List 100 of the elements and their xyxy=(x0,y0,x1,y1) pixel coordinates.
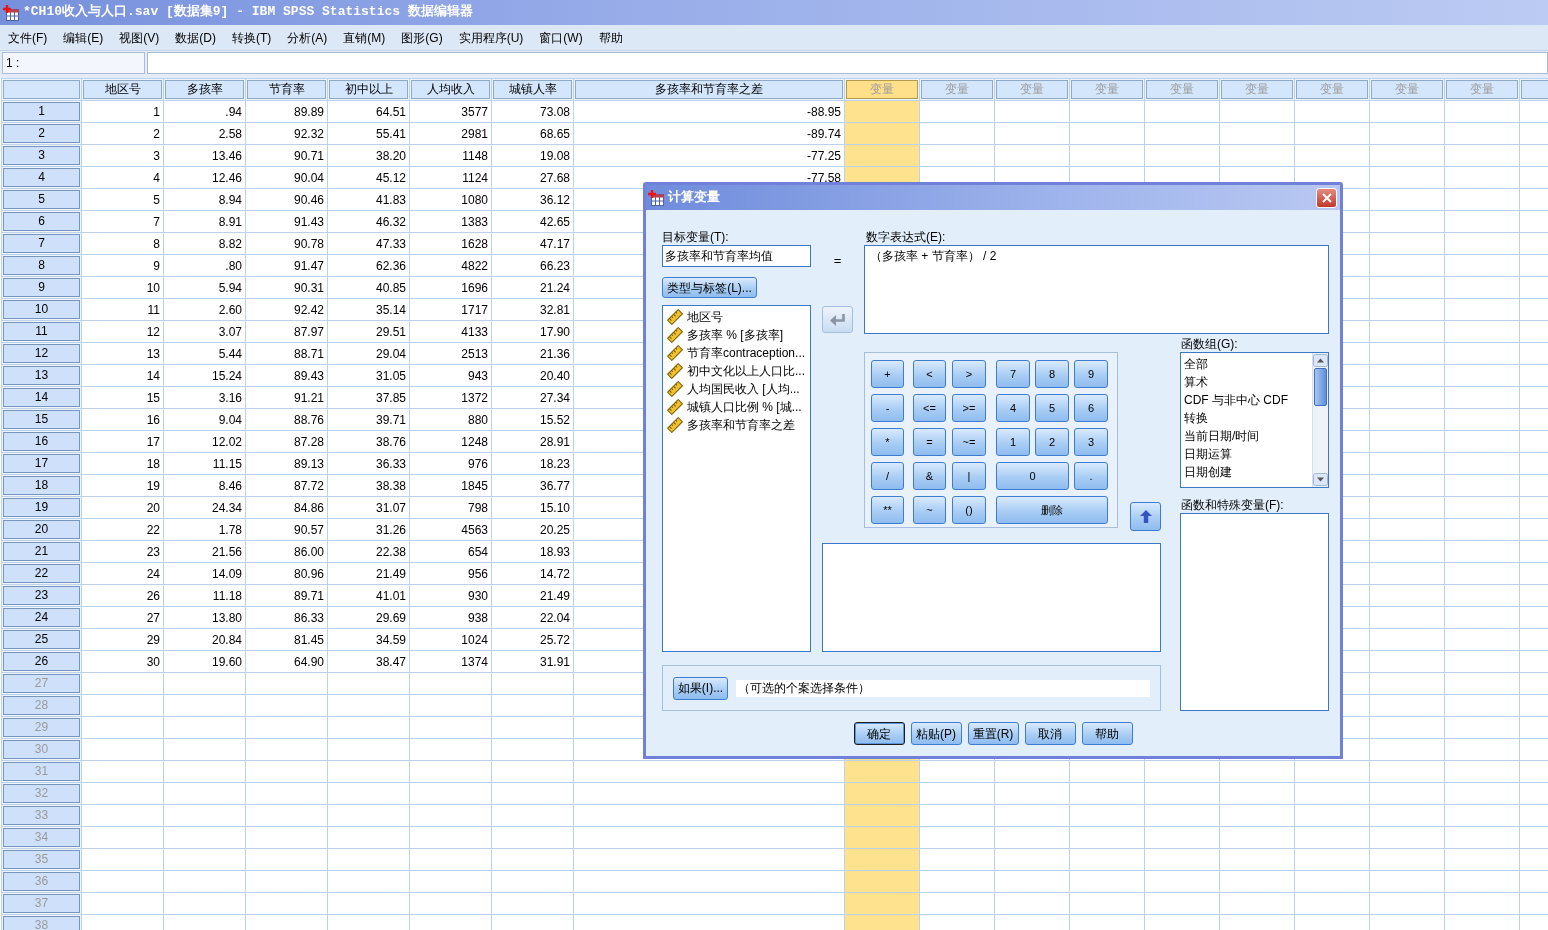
row-header[interactable]: 11 xyxy=(3,322,80,341)
function-group-item[interactable]: 日期创建 xyxy=(1181,463,1312,481)
keypad-button[interactable]: 4 xyxy=(996,394,1030,422)
row-header[interactable]: 16 xyxy=(3,432,80,451)
column-header[interactable]: 地区号 xyxy=(83,80,162,99)
dialog-button[interactable]: 取消 xyxy=(1024,722,1076,745)
keypad-button[interactable]: * xyxy=(871,428,904,456)
dialog-button[interactable]: 确定 xyxy=(853,722,905,745)
row-header[interactable]: 1 xyxy=(3,102,80,121)
column-header[interactable]: 城镇人率 xyxy=(493,80,572,99)
keypad-button[interactable]: 0 xyxy=(996,462,1069,490)
keypad-button[interactable]: 8 xyxy=(1035,360,1069,388)
keypad-button[interactable]: >= xyxy=(952,394,986,422)
keypad-button[interactable]: = xyxy=(913,428,946,456)
scrollbar-thumb[interactable] xyxy=(1314,368,1327,406)
target-variable-field[interactable]: 多孩率和节育率均值 xyxy=(662,245,811,267)
keypad-button[interactable]: / xyxy=(871,462,904,490)
function-group-item[interactable]: 日期运算 xyxy=(1181,445,1312,463)
if-button[interactable]: 如果(I)... xyxy=(673,676,728,700)
column-header[interactable]: 多孩率 xyxy=(165,80,244,99)
insert-button[interactable] xyxy=(1130,502,1161,531)
row-header[interactable]: 19 xyxy=(3,498,80,517)
row-header[interactable]: 14 xyxy=(3,388,80,407)
keypad-button[interactable]: ~= xyxy=(952,428,986,456)
keypad-button[interactable]: - xyxy=(871,394,904,422)
menu-item[interactable]: 实用程序(U) xyxy=(450,27,532,48)
keypad-button[interactable]: 删除 xyxy=(996,496,1108,524)
menu-item[interactable]: 视图(V) xyxy=(111,27,168,48)
column-header[interactable]: 人均收入 xyxy=(411,80,490,99)
keypad-button[interactable]: 7 xyxy=(996,360,1030,388)
menu-item[interactable]: 图形(G) xyxy=(393,27,451,48)
expression-field[interactable]: （多孩率 + 节育率） / 2 xyxy=(864,245,1329,334)
close-button[interactable] xyxy=(1316,187,1337,208)
variable-item[interactable]: 地区号 xyxy=(663,308,810,326)
row-header[interactable]: 22 xyxy=(3,564,80,583)
row-header[interactable]: 24 xyxy=(3,608,80,627)
keypad-button[interactable]: | xyxy=(952,462,986,490)
row-header[interactable]: 6 xyxy=(3,212,80,231)
variable-item[interactable]: 城镇人口比例 % [城... xyxy=(663,398,810,416)
keypad-button[interactable]: . xyxy=(1074,462,1108,490)
row-header[interactable]: 15 xyxy=(3,410,80,429)
menu-item[interactable]: 文件(F) xyxy=(0,27,56,48)
dialog-button[interactable]: 重置(R) xyxy=(967,722,1019,745)
type-label-button[interactable]: 类型与标签(L)... xyxy=(662,277,757,298)
keypad-button[interactable]: & xyxy=(913,462,946,490)
row-header[interactable]: 5 xyxy=(3,190,80,209)
keypad-button[interactable]: 2 xyxy=(1035,428,1069,456)
variable-list[interactable]: 地区号 多孩率 % [多孩率] 节育率contraception... 初中文化以上人口比... 人均国民收入 [人均... 城镇人口比例 % [城... 多孩率和节育率之差 xyxy=(662,305,811,652)
keypad-button[interactable]: + xyxy=(871,360,904,388)
keypad-button[interactable]: 9 xyxy=(1074,360,1108,388)
row-header[interactable]: 3 xyxy=(3,146,80,165)
column-header[interactable]: 节育率 xyxy=(247,80,326,99)
keypad-button[interactable]: 1 xyxy=(996,428,1030,456)
function-group-item[interactable]: 转换 xyxy=(1181,409,1312,427)
row-header[interactable]: 21 xyxy=(3,542,80,561)
keypad-button[interactable]: 3 xyxy=(1074,428,1108,456)
menu-item[interactable]: 转换(T) xyxy=(224,27,280,48)
menu-item[interactable]: 直销(M) xyxy=(335,27,394,48)
keypad-button[interactable]: < xyxy=(913,360,946,388)
variable-item[interactable]: 人均国民收入 [人均... xyxy=(663,380,810,398)
row-header[interactable]: 7 xyxy=(3,234,80,253)
row-header[interactable]: 18 xyxy=(3,476,80,495)
function-group-item[interactable]: 全部 xyxy=(1181,355,1312,373)
function-list[interactable] xyxy=(1180,513,1329,711)
keypad-button[interactable]: ~ xyxy=(913,496,946,524)
variable-item[interactable]: 多孩率和节育率之差 xyxy=(663,416,810,434)
row-header[interactable]: 9 xyxy=(3,278,80,297)
row-header[interactable]: 4 xyxy=(3,168,80,187)
row-header[interactable]: 10 xyxy=(3,300,80,319)
keypad-button[interactable]: 6 xyxy=(1074,394,1108,422)
cell-value-field[interactable] xyxy=(147,52,1548,74)
menu-item[interactable]: 帮助 xyxy=(590,27,631,48)
dialog-button[interactable]: 帮助 xyxy=(1081,722,1133,745)
row-header[interactable]: 23 xyxy=(3,586,80,605)
row-header[interactable]: 13 xyxy=(3,366,80,385)
keypad-button[interactable]: > xyxy=(952,360,986,388)
row-header[interactable]: 17 xyxy=(3,454,80,473)
keypad-button[interactable]: () xyxy=(952,496,986,524)
row-header[interactable]: 26 xyxy=(3,652,80,671)
function-group-item[interactable]: CDF 与非中心 CDF xyxy=(1181,391,1312,409)
function-group-item[interactable]: 当前日期/时间 xyxy=(1181,427,1312,445)
column-header[interactable]: 多孩率和节育率之差 xyxy=(575,80,843,99)
keypad-button[interactable]: ** xyxy=(871,496,904,524)
menu-item[interactable]: 数据(D) xyxy=(167,27,224,48)
row-header[interactable]: 8 xyxy=(3,256,80,275)
menu-item[interactable]: 编辑(E) xyxy=(55,27,112,48)
row-header[interactable]: 25 xyxy=(3,630,80,649)
function-group-item[interactable]: 算术 xyxy=(1181,373,1312,391)
function-group-list[interactable]: 全部 算术 CDF 与非中心 CDF 转换 当前日期/时间 日期运算 日期创建 xyxy=(1180,352,1329,488)
row-header[interactable]: 2 xyxy=(3,124,80,143)
keypad-button[interactable]: <= xyxy=(913,394,946,422)
dialog-button[interactable]: 粘贴(P) xyxy=(910,722,962,745)
menu-item[interactable]: 窗口(W) xyxy=(531,27,591,48)
table-cell: 2.60 xyxy=(163,298,246,321)
row-header[interactable]: 20 xyxy=(3,520,80,539)
keypad-button[interactable]: 5 xyxy=(1035,394,1069,422)
row-header[interactable]: 12 xyxy=(3,344,80,363)
column-header[interactable]: 初中以上 xyxy=(329,80,408,99)
scrollbar[interactable] xyxy=(1312,353,1328,487)
menu-item[interactable]: 分析(A) xyxy=(279,27,336,48)
